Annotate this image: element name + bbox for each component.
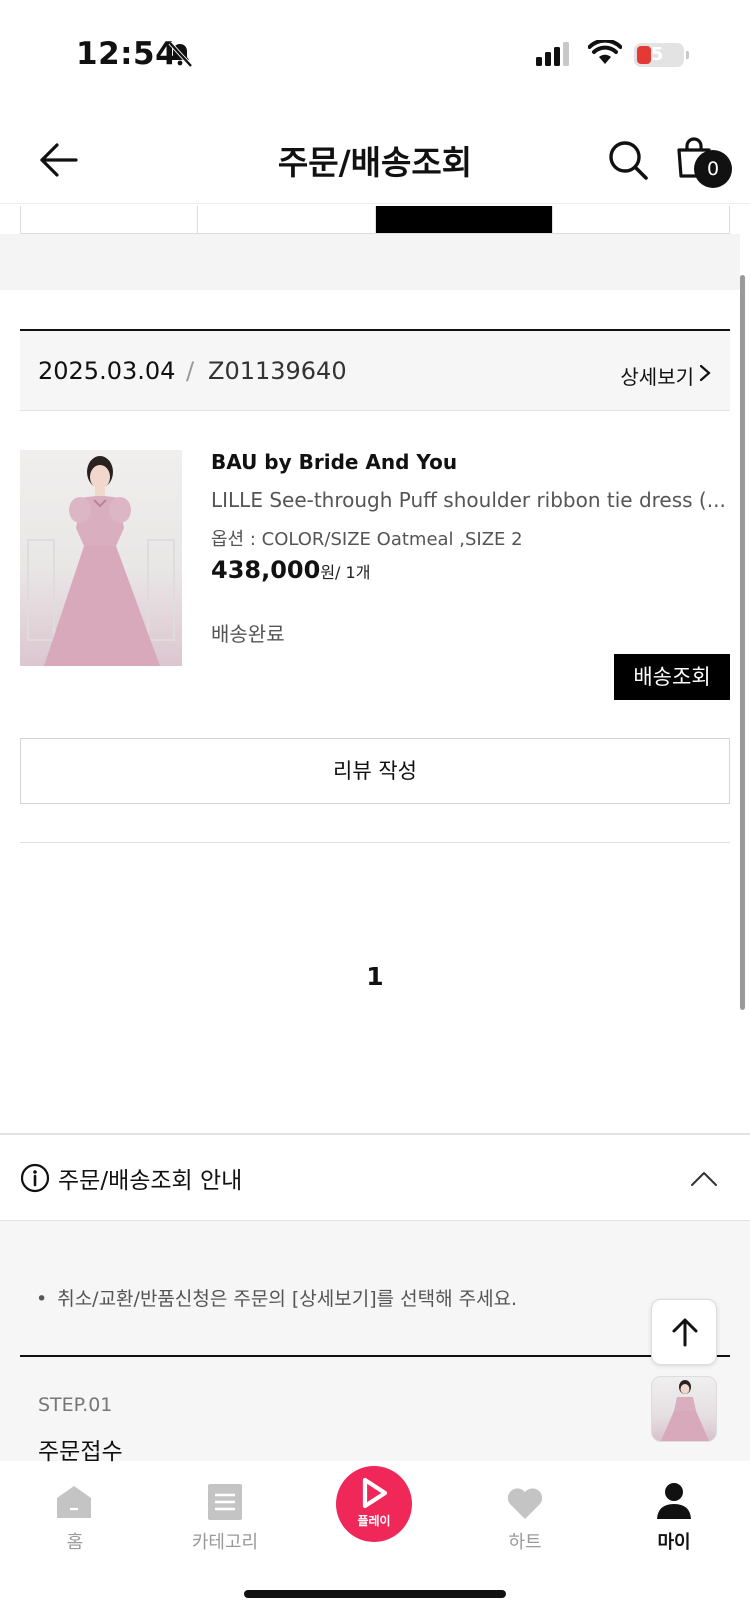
nav-heart-label: 하트 — [508, 1532, 542, 1553]
order-separator: / — [186, 357, 195, 385]
product-thumbnail[interactable] — [20, 450, 182, 666]
period-tab[interactable] — [21, 206, 199, 233]
track-delivery-button[interactable]: 배송조회 — [614, 654, 730, 700]
home-indicator — [244, 1590, 506, 1598]
info-icon — [20, 1163, 50, 1193]
order-divider-bottom — [20, 842, 730, 843]
step-label: STEP.01 — [38, 1394, 113, 1416]
guide-notice: • 취소/교환/반품신청은 주문의 [상세보기]를 선택해 주세요. — [36, 1284, 517, 1311]
status-bar: 12:54 5 — [0, 0, 750, 110]
step-divider — [20, 1355, 730, 1357]
order-header: 2025.03.04 / Z01139640 상세보기 — [20, 331, 730, 411]
guide-body — [0, 1221, 750, 1461]
nav-home-label: 홈 — [66, 1532, 84, 1553]
order-detail-link[interactable]: 상세보기 — [620, 361, 694, 390]
section-spacer — [0, 234, 740, 290]
guide-title: 주문/배송조회 안내 — [58, 1168, 243, 1194]
nav-play-label: 플레이 — [357, 1514, 391, 1528]
guide-notice-text: 취소/교환/반품신청은 주문의 [상세보기]를 선택해 주세요. — [57, 1288, 518, 1310]
arrow-up-icon — [672, 1318, 698, 1347]
search-icon[interactable] — [606, 138, 650, 182]
status-time: 12:54 — [76, 36, 178, 72]
write-review-button[interactable]: 리뷰 작성 — [20, 738, 730, 804]
period-tab[interactable] — [198, 206, 376, 233]
product-name[interactable]: LILLE See-through Puff shoulder ribbon t… — [211, 488, 731, 512]
recent-viewed-thumbnail[interactable] — [651, 1376, 717, 1442]
nav-my-label: 마이 — [657, 1532, 691, 1553]
bell-muted-icon — [168, 41, 193, 68]
bullet-icon: • — [36, 1288, 48, 1310]
product-price-row: 438,000원/ 1개 — [211, 556, 370, 584]
wifi-icon — [588, 40, 622, 64]
nav-category-label: 카테고리 — [191, 1532, 259, 1553]
home-icon — [57, 1486, 91, 1518]
top-header: 주문/배송조회 0 — [0, 116, 750, 204]
guide-accordion-header[interactable]: 주문/배송조회 안내 — [0, 1135, 750, 1221]
category-list-icon — [208, 1484, 242, 1520]
scrollbar[interactable] — [740, 275, 745, 1010]
battery-icon: 5 — [634, 43, 689, 67]
product-brand[interactable]: BAU by Bride And You — [211, 450, 457, 474]
product-option: 옵션 : COLOR/SIZE Oatmeal ,SIZE 2 — [211, 529, 523, 550]
order-number: Z01139640 — [208, 357, 347, 385]
pagination-current-page[interactable]: 1 — [0, 962, 750, 991]
chevron-up-icon[interactable] — [690, 1169, 718, 1187]
scroll-to-top-button[interactable] — [651, 1299, 717, 1365]
step-name: 주문접수 — [38, 1439, 123, 1465]
period-tab[interactable] — [552, 206, 729, 233]
order-date: 2025.03.04 — [38, 357, 176, 385]
dress-photo-icon — [27, 456, 175, 666]
delivery-status: 배송완료 — [211, 622, 285, 646]
cart-count-badge[interactable]: 0 — [694, 150, 732, 188]
signal-icon — [536, 42, 569, 66]
battery-level: 5 — [650, 44, 664, 65]
bottom-navigation: 홈 카테고리 플레이 하트 마이 — [0, 1466, 750, 1600]
price-unit: 원/ 1개 — [320, 563, 371, 582]
heart-icon — [507, 1488, 543, 1519]
period-filter-tabs — [20, 206, 730, 234]
period-tab-active[interactable] — [375, 206, 553, 233]
dress-photo-icon — [660, 1380, 710, 1441]
play-icon — [362, 1477, 388, 1509]
chevron-right-icon[interactable] — [698, 363, 712, 383]
product-price: 438,000 — [211, 556, 321, 584]
user-icon — [657, 1483, 691, 1519]
nav-play-button[interactable]: 플레이 — [336, 1466, 412, 1542]
